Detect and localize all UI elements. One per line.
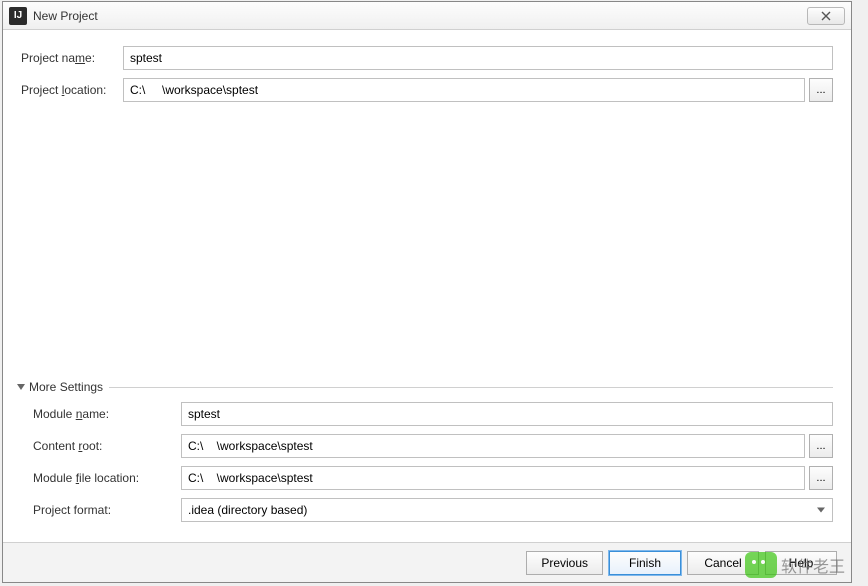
more-settings-label: More Settings xyxy=(29,380,103,394)
dialog-content: Project name: Project location: ... More… xyxy=(3,30,851,522)
module-name-label: Module name: xyxy=(33,407,181,421)
new-project-dialog: IJ New Project Project name: Project loc… xyxy=(2,1,852,583)
separator-line xyxy=(109,387,833,388)
browse-content-root-button[interactable]: ... xyxy=(809,434,833,458)
module-file-location-row: Module file location: ... xyxy=(33,466,833,490)
content-root-input[interactable] xyxy=(181,434,805,458)
project-location-label: Project location: xyxy=(21,83,123,97)
project-name-label: Project name: xyxy=(21,51,123,65)
expand-arrow-icon xyxy=(17,384,25,390)
project-format-select[interactable]: .idea (directory based) xyxy=(181,498,833,522)
app-icon: IJ xyxy=(9,7,27,25)
module-name-input[interactable] xyxy=(181,402,833,426)
cancel-button[interactable]: Cancel xyxy=(687,551,759,575)
browse-location-button[interactable]: ... xyxy=(809,78,833,102)
module-file-location-input[interactable] xyxy=(181,466,805,490)
project-name-input[interactable] xyxy=(123,46,833,70)
project-location-input[interactable] xyxy=(123,78,805,102)
help-button[interactable]: Help xyxy=(765,551,837,575)
close-icon xyxy=(821,11,831,21)
content-root-label: Content root: xyxy=(33,439,181,453)
button-bar: Previous Finish Cancel Help xyxy=(3,542,851,582)
module-name-row: Module name: xyxy=(33,402,833,426)
window-title: New Project xyxy=(33,9,98,23)
more-settings-header[interactable]: More Settings xyxy=(17,380,833,394)
module-file-location-label: Module file location: xyxy=(33,471,181,485)
more-settings-body: Module name: Content root: ... Module fi… xyxy=(21,402,833,522)
project-location-row: Project location: ... xyxy=(21,78,833,102)
titlebar: IJ New Project xyxy=(3,2,851,30)
finish-button[interactable]: Finish xyxy=(609,551,681,575)
browse-module-file-button[interactable]: ... xyxy=(809,466,833,490)
project-format-row: Project format: .idea (directory based) xyxy=(33,498,833,522)
previous-button[interactable]: Previous xyxy=(526,551,603,575)
close-button[interactable] xyxy=(807,7,845,25)
content-root-row: Content root: ... xyxy=(33,434,833,458)
project-name-row: Project name: xyxy=(21,46,833,70)
project-format-label: Project format: xyxy=(33,503,181,517)
